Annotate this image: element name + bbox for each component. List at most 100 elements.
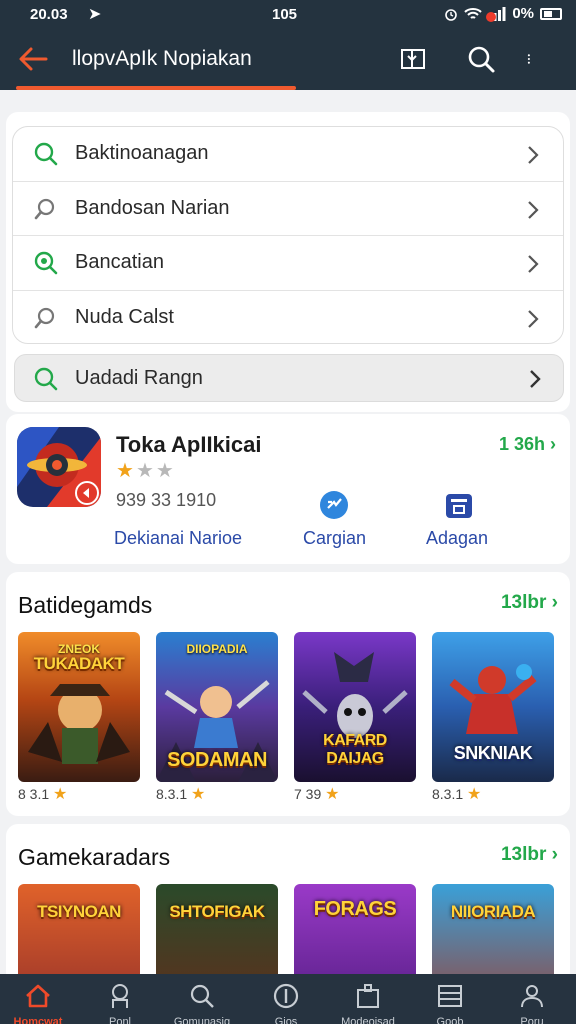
nav-label: Modeoisad	[341, 1016, 395, 1024]
chevron-right-icon	[528, 146, 539, 164]
section-more-link[interactable]: 13lbr ›	[501, 592, 558, 614]
game-title: TSIYNOAN	[37, 902, 121, 921]
game-tile[interactable]: DIIOPADIA SODAMAN	[156, 632, 278, 782]
status-time: 20.03	[30, 6, 68, 23]
action-share-link[interactable]: Cargian	[303, 528, 366, 549]
action-details-link[interactable]: Dekianai Narioe	[114, 528, 242, 549]
status-center-text: 105	[272, 6, 298, 23]
top-app-bar: llopvApIk Nopiakan	[0, 30, 576, 90]
nav-item[interactable]: Gomunasig	[166, 974, 238, 1024]
game-title: TUKADAKT	[33, 654, 125, 673]
game-rating: 7 39 ★	[294, 784, 339, 804]
list-icon	[438, 985, 462, 1007]
notification-dot	[486, 12, 496, 22]
app-meta: 939 33 1910	[116, 490, 217, 510]
nav-home[interactable]: Homcwat	[2, 974, 74, 1024]
star-icon: ★	[467, 786, 482, 803]
action-install-link[interactable]: Adagan	[426, 528, 488, 549]
game-tile[interactable]: SHTOFIGAK	[156, 884, 278, 984]
search-icon	[190, 984, 214, 1008]
app-size-text: 1 36h	[498, 434, 545, 454]
game-tile[interactable]: TSIYNOAN	[18, 884, 140, 984]
section-title: Batidegamds	[18, 592, 153, 618]
app-rating-stars: ★★★	[116, 458, 176, 483]
game-title: NIIORIADA	[450, 902, 536, 921]
chevron-right-icon	[528, 200, 539, 219]
rating-text: 8.3.1	[156, 786, 188, 802]
star-icon: ★	[325, 786, 340, 803]
info-icon	[273, 983, 299, 1009]
app-size-link[interactable]: 1 36h ›	[499, 434, 556, 455]
nav-item[interactable]: Ponl	[84, 974, 156, 1024]
game-title: FORAGS	[313, 898, 397, 920]
nav-item[interactable]: Gios	[250, 974, 322, 1024]
suggestion-item-highlighted[interactable]: Uadadi Rangn	[14, 354, 564, 402]
rating-text: 8.3.1	[432, 786, 464, 802]
more-vert-icon[interactable]	[526, 42, 540, 76]
robot-icon	[112, 984, 128, 1008]
bottom-navigation: Homcwat Ponl Gomunasig Gios Modeoisad Go…	[0, 974, 576, 1024]
games-section: Batidegamds 13lbr › ZNEOK TUKADAKT 8 3.1…	[6, 572, 570, 816]
nav-label: Homcwat	[13, 1016, 63, 1024]
status-icons: 0%	[444, 5, 562, 22]
suggestion-item[interactable]: Nuda Calst	[13, 291, 563, 344]
search-icon	[34, 367, 58, 391]
app-name[interactable]: Toka ApIIkicai	[116, 432, 262, 458]
share-icon[interactable]	[319, 490, 349, 520]
bookmark-icon[interactable]	[396, 42, 430, 76]
suggestion-item[interactable]: Bancatian	[13, 236, 563, 291]
game-title: SODAMAN	[167, 749, 267, 771]
nav-item[interactable]: Poru	[496, 974, 568, 1024]
star-icon: ★	[116, 460, 136, 482]
game-title: SNKNIAK	[453, 743, 533, 763]
game-subtitle: DIIOPADIA	[186, 642, 248, 656]
search-icon	[34, 198, 55, 219]
search-icon	[34, 251, 58, 275]
game-title: SHTOFIGAK	[169, 902, 265, 921]
nav-label: Goob	[436, 1016, 464, 1024]
suggestion-text: Bandosan Narian	[75, 196, 230, 219]
game-rating: 8.3.1 ★	[432, 784, 481, 804]
search-icon[interactable]	[464, 42, 498, 76]
battery-icon	[540, 7, 562, 20]
nav-label: Ponl	[108, 1016, 132, 1024]
section-more-link[interactable]: 13lbr ›	[501, 844, 558, 866]
section-more-text: 13lbr	[500, 592, 547, 613]
chevron-right-icon	[530, 370, 541, 388]
search-suggestions-card: Baktinoanagan Bandosan Narian Bancatian …	[6, 112, 570, 412]
battery-text: 0%	[512, 5, 534, 22]
star-icon: ★	[191, 786, 206, 803]
games-section: Gamekaradars 13lbr › TSIYNOAN SHTOFIGAK …	[6, 824, 570, 984]
game-tile[interactable]: FORAGS	[294, 884, 416, 984]
suggestion-item[interactable]: Baktinoanagan	[13, 127, 563, 182]
store-icon[interactable]	[444, 490, 474, 520]
nav-item[interactable]: Modeoisad	[332, 974, 404, 1024]
game-tile[interactable]: KAFARD DAIJAG	[294, 632, 416, 782]
app-result-card[interactable]: Toka ApIIkicai ★★★ 939 33 1910 1 36h › D…	[6, 414, 570, 564]
game-title: KAFARD DAIJAG	[323, 732, 387, 767]
loading-progress-bar	[16, 86, 296, 90]
nav-item[interactable]: Goob	[414, 974, 486, 1024]
app-icon[interactable]	[17, 427, 101, 507]
wifi-icon	[464, 7, 483, 19]
search-icon	[34, 142, 58, 166]
suggestion-item[interactable]: Bandosan Narian	[13, 182, 563, 236]
game-tile[interactable]: SNKNIAK	[432, 632, 554, 782]
game-rating: 8.3.1 ★	[156, 784, 205, 804]
back-arrow-icon[interactable]	[16, 42, 50, 76]
section-title: Gamekaradars	[18, 844, 171, 870]
nav-label: Gomunasig	[173, 1016, 231, 1024]
suggestion-list: Baktinoanagan Bandosan Narian Bancatian …	[12, 126, 564, 344]
app-logo-icon	[17, 427, 101, 507]
search-icon	[34, 307, 55, 328]
star-icon: ★	[135, 460, 156, 482]
rating-text: 7 39	[294, 786, 322, 802]
nav-label: Gios	[274, 1016, 298, 1024]
alarm-icon	[445, 8, 458, 21]
game-tile[interactable]: NIIORIADA	[432, 884, 554, 984]
game-tile[interactable]: ZNEOK TUKADAKT	[18, 632, 140, 782]
suggestion-text: Nuda Calst	[75, 306, 174, 329]
section-more-text: 13lbr	[500, 844, 547, 865]
page-title: llopvApIk Nopiakan	[72, 47, 252, 70]
location-icon: ➤	[88, 6, 102, 23]
